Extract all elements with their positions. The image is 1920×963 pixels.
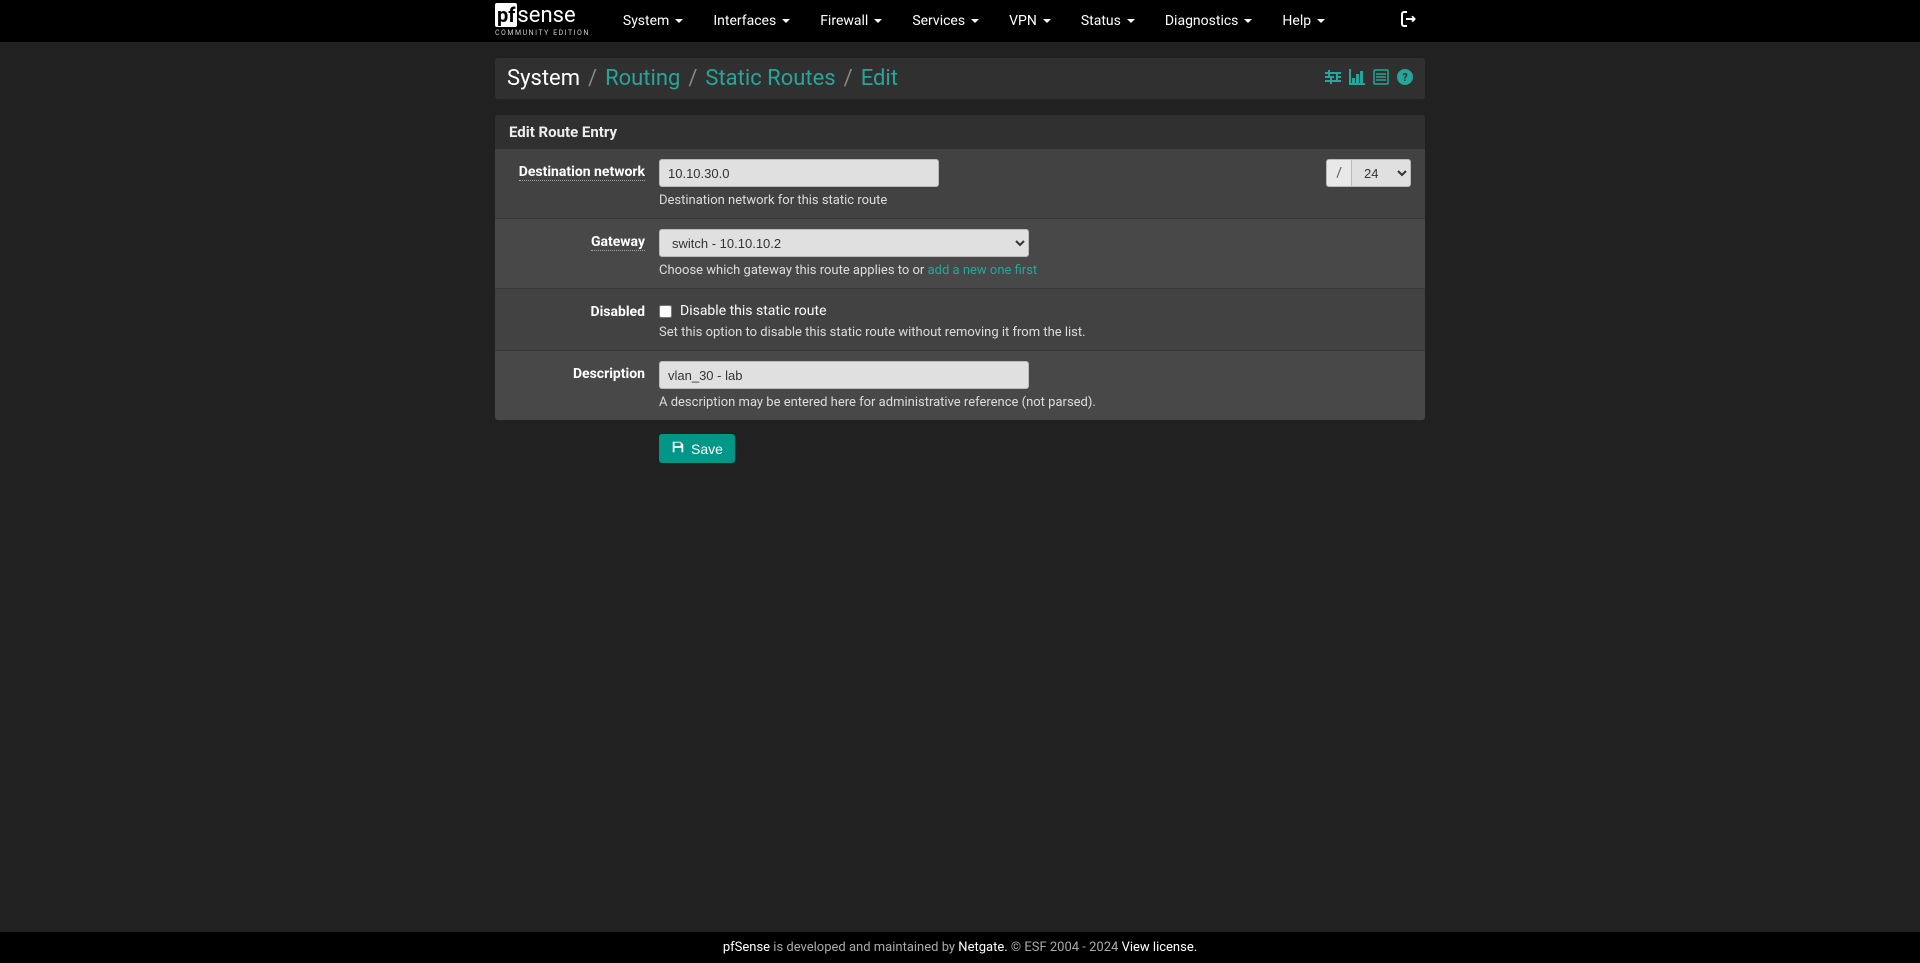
label-gateway: Gateway [509,229,659,278]
gateway-select[interactable]: switch - 10.10.10.2 [659,229,1029,257]
logo-sense: sense [517,3,575,28]
nav-services[interactable]: Services [897,3,994,39]
footer-license-link[interactable]: View license. [1122,940,1198,955]
brand-logo[interactable]: pfsense COMMUNITY EDITION [495,5,590,37]
crumb-system: System [507,66,580,91]
disabled-checkbox-label: Disable this static route [680,303,827,319]
logo-pf: pf [495,3,517,27]
cidr-select[interactable]: 24 [1351,159,1411,187]
destination-network-input[interactable] [659,159,939,187]
add-gateway-link[interactable]: add a new one first [928,263,1038,278]
help-disabled: Set this option to disable this static r… [659,325,1411,340]
breadcrumb: System / Routing / Static Routes / Edit [507,66,898,91]
svg-text:?: ? [1402,71,1408,84]
row-disabled: Disabled Disable this static route Set t… [495,289,1425,351]
save-button[interactable]: Save [659,434,735,463]
cidr-slash-label: / [1326,159,1351,187]
row-description: Description A description may be entered… [495,351,1425,420]
help-destination: Destination network for this static rout… [659,193,1411,208]
chevron-down-icon [782,19,790,23]
label-destination-network: Destination network [509,159,659,208]
footer-netgate-link[interactable]: Netgate. [958,940,1007,955]
label-description: Description [509,361,659,410]
top-navbar: pfsense COMMUNITY EDITION System Interfa… [0,0,1920,42]
edit-route-panel: Edit Route Entry Destination network / 2… [495,115,1425,420]
chevron-down-icon [1244,19,1252,23]
page-header: System / Routing / Static Routes / Edit … [495,58,1425,99]
chevron-down-icon [675,19,683,23]
disabled-checkbox-row[interactable]: Disable this static route [659,299,1411,319]
description-input[interactable] [659,361,1029,389]
label-disabled: Disabled [509,299,659,340]
row-gateway: Gateway switch - 10.10.10.2 Choose which… [495,219,1425,289]
status-chart-icon[interactable] [1349,69,1365,89]
settings-sliders-icon[interactable] [1325,69,1341,89]
nav-firewall[interactable]: Firewall [805,3,897,39]
nav-diagnostics[interactable]: Diagnostics [1150,3,1268,39]
log-list-icon[interactable] [1373,69,1389,89]
help-icon[interactable]: ? [1397,69,1413,89]
crumb-static-routes[interactable]: Static Routes [705,66,835,91]
footer: pfSense is developed and maintained by N… [0,932,1920,963]
row-destination-network: Destination network / 24 Destination net… [495,149,1425,219]
panel-heading: Edit Route Entry [495,115,1425,149]
nav-status[interactable]: Status [1066,3,1150,39]
chevron-down-icon [1317,19,1325,23]
footer-pfsense: pfSense [723,940,770,955]
chevron-down-icon [1127,19,1135,23]
help-description: A description may be entered here for ad… [659,395,1411,410]
chevron-down-icon [971,19,979,23]
nav-interfaces[interactable]: Interfaces [698,3,805,39]
save-label: Save [691,441,723,457]
chevron-down-icon [874,19,882,23]
nav-system[interactable]: System [608,3,698,39]
save-icon [671,440,685,457]
crumb-routing[interactable]: Routing [605,66,680,91]
crumb-edit[interactable]: Edit [861,66,898,91]
help-gateway: Choose which gateway this route applies … [659,263,1411,278]
nav-vpn[interactable]: VPN [994,3,1066,39]
nav-help[interactable]: Help [1267,3,1340,39]
logout-icon[interactable] [1393,3,1425,39]
chevron-down-icon [1043,19,1051,23]
disabled-checkbox[interactable] [659,305,672,318]
logo-edition: COMMUNITY EDITION [495,29,590,37]
header-action-icons: ? [1325,69,1413,89]
